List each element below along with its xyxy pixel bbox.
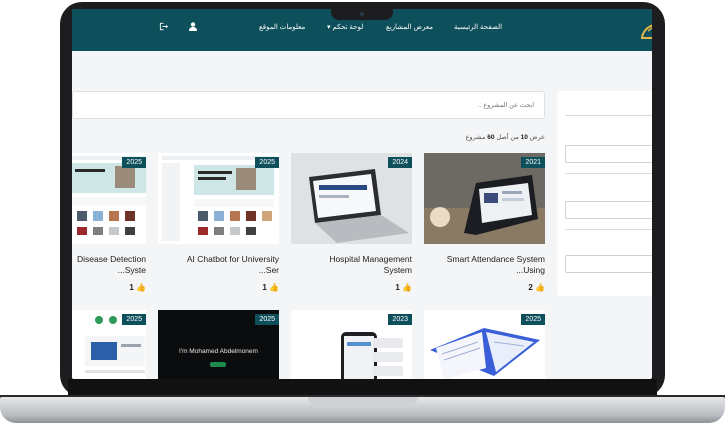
results-shown: 10 xyxy=(520,134,528,141)
filter-field-2[interactable] xyxy=(565,201,652,219)
results-suffix: مشروع xyxy=(465,134,486,141)
search-bar[interactable] xyxy=(72,91,545,119)
hero-button xyxy=(210,362,226,367)
like-value: 1 xyxy=(129,283,134,292)
project-title-line2: System xyxy=(383,265,412,275)
like-value: 1 xyxy=(262,283,267,292)
project-title-line2: ...Using xyxy=(516,265,545,275)
year-badge: 2025 xyxy=(255,157,279,168)
like-value: 1 xyxy=(395,283,400,292)
like-value: 2 xyxy=(528,283,533,292)
project-title-line2: ...Ser xyxy=(258,265,279,275)
project-thumbnail[interactable]: 2025 xyxy=(158,153,279,244)
search-input[interactable] xyxy=(73,92,544,118)
project-thumbnail[interactable]: I'm Mohamed Abdelmonem 2025 xyxy=(158,310,279,379)
like-count[interactable]: 1 👍 xyxy=(129,283,146,292)
project-thumbnail[interactable]: 2024 xyxy=(291,153,412,244)
year-badge: 2021 xyxy=(521,157,545,168)
filter-field-1[interactable] xyxy=(565,145,652,163)
year-badge: 2025 xyxy=(521,314,545,325)
year-badge: 2024 xyxy=(388,157,412,168)
project-thumbnail[interactable]: 2025 xyxy=(72,153,146,244)
like-count[interactable]: 1 👍 xyxy=(395,283,412,292)
project-title-line1: Hospital Management xyxy=(329,254,412,264)
filter-divider xyxy=(565,229,652,230)
project-title[interactable]: Hospital Management System xyxy=(285,254,412,276)
browser-screen: معلومات الموقع ▾ لوحة تحكم معرض المشاريع… xyxy=(72,9,652,379)
filter-field-3[interactable] xyxy=(565,255,652,273)
project-thumbnail[interactable]: 2025 xyxy=(72,310,146,379)
results-middle: من أصل xyxy=(496,134,519,141)
site-logo-icon[interactable] xyxy=(640,19,652,41)
project-title-line2: ...Syste xyxy=(117,265,146,275)
year-badge: 2025 xyxy=(122,314,146,325)
screen-bezel xyxy=(68,379,657,395)
chevron-down-icon: ▾ xyxy=(327,24,331,31)
nav-projects[interactable]: معرض المشاريع xyxy=(386,23,433,31)
year-badge: 2025 xyxy=(255,314,279,325)
like-count[interactable]: 2 👍 xyxy=(528,283,545,292)
results-count: عرض 10 من أصل 60 مشروع xyxy=(466,133,545,141)
nav-dashboard-label: لوحة تحكم xyxy=(332,24,364,31)
project-thumbnail[interactable]: 2021 xyxy=(424,153,545,244)
user-icon[interactable] xyxy=(189,22,197,33)
results-total: 60 xyxy=(487,134,495,141)
like-count[interactable]: 1 👍 xyxy=(262,283,279,292)
project-title[interactable]: Smart Attendance System ...Using xyxy=(418,254,545,276)
hero-text: I'm Mohamed Abdelmonem xyxy=(179,348,258,355)
camera-icon xyxy=(360,12,364,16)
laptop-opening-notch xyxy=(308,397,418,406)
results-prefix: عرض xyxy=(529,134,545,141)
thumbs-up-icon: 👍 xyxy=(535,283,545,292)
thumbs-up-icon: 👍 xyxy=(402,283,412,292)
project-thumbnail[interactable]: 2025 xyxy=(424,310,545,379)
year-badge: 2023 xyxy=(388,314,412,325)
project-title-line1: Smart Attendance System xyxy=(446,254,545,264)
thumbs-up-icon: 👍 xyxy=(136,283,146,292)
laptop-mockup: معلومات الموقع ▾ لوحة تحكم معرض المشاريع… xyxy=(0,0,725,432)
filter-panel xyxy=(557,91,652,296)
project-title[interactable]: Disease Detection ...Syste xyxy=(72,254,146,276)
nav-site-info[interactable]: معلومات الموقع xyxy=(259,23,305,31)
project-title[interactable]: AI Chatbot for University ...Ser xyxy=(152,254,279,276)
project-thumbnail[interactable]: 2023 xyxy=(291,310,412,379)
nav-home[interactable]: الصفحة الرئيسية xyxy=(454,23,502,31)
year-badge: 2025 xyxy=(122,157,146,168)
project-title-line1: Disease Detection xyxy=(77,254,146,264)
filter-divider xyxy=(565,115,652,116)
project-title-line1: AI Chatbot for University xyxy=(186,254,279,264)
nav-dashboard[interactable]: ▾ لوحة تحكم xyxy=(327,23,363,31)
filter-divider xyxy=(565,173,652,174)
logout-icon[interactable] xyxy=(159,22,168,33)
thumbs-up-icon: 👍 xyxy=(269,283,279,292)
